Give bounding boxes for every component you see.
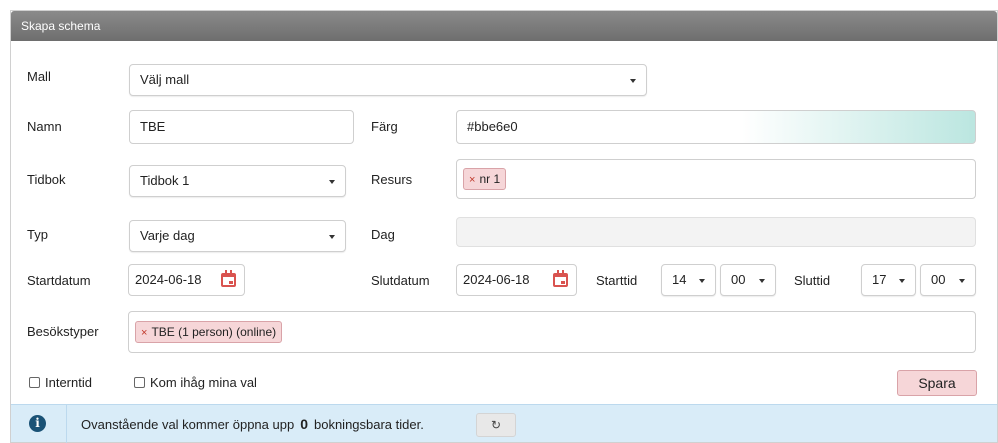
tidbok-label: Tidbok: [27, 172, 66, 187]
resurs-tag: × nr 1: [463, 168, 507, 190]
info-text-after: bokningsbara tider.: [313, 417, 424, 432]
typ-select-value: Varje dag: [140, 228, 195, 243]
calendar-icon[interactable]: [553, 270, 568, 287]
sluttid-minute-value: 00: [931, 272, 946, 287]
namn-label: Namn: [27, 119, 62, 134]
slutdatum-label: Slutdatum: [371, 273, 430, 288]
mall-select-value: Välj mall: [140, 72, 190, 87]
tidbok-select[interactable]: Tidbok 1: [129, 165, 346, 197]
sluttid-hour-value: 17: [872, 272, 887, 287]
dag-label: Dag: [371, 227, 395, 242]
bookable-count: 0: [300, 416, 308, 432]
sluttid-hour-select[interactable]: 17: [861, 264, 916, 296]
startdatum-input[interactable]: 2024-06-18: [128, 264, 245, 296]
checkbox-icon[interactable]: [134, 377, 145, 388]
chevron-down-icon: [329, 235, 335, 239]
starttid-label: Starttid: [596, 273, 638, 288]
info-icon: i: [29, 415, 46, 432]
resurs-label: Resurs: [371, 172, 413, 187]
farg-label: Färg: [371, 119, 398, 134]
info-bar: i Ovanstående val kommer öppna upp 0 bokni…: [11, 404, 997, 443]
startdatum-label: Startdatum: [27, 273, 91, 288]
chevron-down-icon: [959, 279, 965, 283]
typ-select[interactable]: Varje dag: [129, 220, 346, 252]
interntid-checkbox[interactable]: Interntid: [29, 375, 92, 390]
starttid-hour-select[interactable]: 14: [661, 264, 716, 296]
mall-select[interactable]: Välj mall: [129, 64, 647, 96]
besokstyper-tag: × TBE (1 person) (online): [135, 321, 283, 343]
resurs-multiselect[interactable]: × nr 1: [456, 159, 976, 199]
remove-tag-icon[interactable]: ×: [141, 327, 147, 339]
besokstyper-label: Besökstyper: [27, 324, 99, 339]
slutdatum-value: 2024-06-18: [463, 272, 530, 287]
info-divider: [66, 405, 67, 443]
tidbok-select-value: Tidbok 1: [140, 173, 190, 188]
farg-input[interactable]: #bbe6e0: [456, 110, 976, 144]
info-message: Ovanstående val kommer öppna upp 0 bokning…: [81, 416, 424, 432]
interntid-label: Interntid: [45, 375, 92, 390]
besokstyper-tag-label: TBE (1 person) (online): [151, 325, 277, 339]
mall-label: Mall: [27, 69, 51, 84]
starttid-hour-value: 14: [672, 272, 687, 287]
checkbox-icon[interactable]: [29, 377, 40, 388]
sluttid-label: Sluttid: [794, 273, 831, 288]
chevron-down-icon: [699, 279, 705, 283]
besokstyper-multiselect[interactable]: × TBE (1 person) (online): [128, 311, 976, 353]
sluttid-minute-select[interactable]: 00: [920, 264, 976, 296]
refresh-icon: ↻: [490, 418, 502, 432]
info-text-before: Ovanstående val kommer öppna upp: [81, 417, 295, 432]
slutdatum-input[interactable]: 2024-06-18: [456, 264, 577, 296]
namn-input[interactable]: TBE: [129, 110, 354, 144]
create-schedule-panel: Skapa schema Mall Välj mall Namn TBE Fär…: [10, 10, 998, 443]
kom-ihag-label: Kom ihåg mina val: [150, 375, 257, 390]
dag-input[interactable]: [456, 217, 976, 247]
chevron-down-icon: [630, 79, 636, 83]
chevron-down-icon: [329, 180, 335, 184]
typ-label: Typ: [27, 227, 48, 242]
chevron-down-icon: [759, 279, 765, 283]
starttid-minute-select[interactable]: 00: [720, 264, 776, 296]
chevron-down-icon: [899, 279, 905, 283]
save-button[interactable]: Spara: [897, 370, 977, 396]
refresh-button[interactable]: ↻: [476, 413, 516, 437]
calendar-icon[interactable]: [221, 270, 236, 287]
remove-tag-icon[interactable]: ×: [469, 174, 475, 186]
kom-ihag-checkbox[interactable]: Kom ihåg mina val: [134, 375, 257, 390]
resurs-tag-label: nr 1: [479, 172, 501, 186]
panel-title: Skapa schema: [11, 11, 997, 41]
starttid-minute-value: 00: [731, 272, 746, 287]
startdatum-value: 2024-06-18: [135, 272, 202, 287]
